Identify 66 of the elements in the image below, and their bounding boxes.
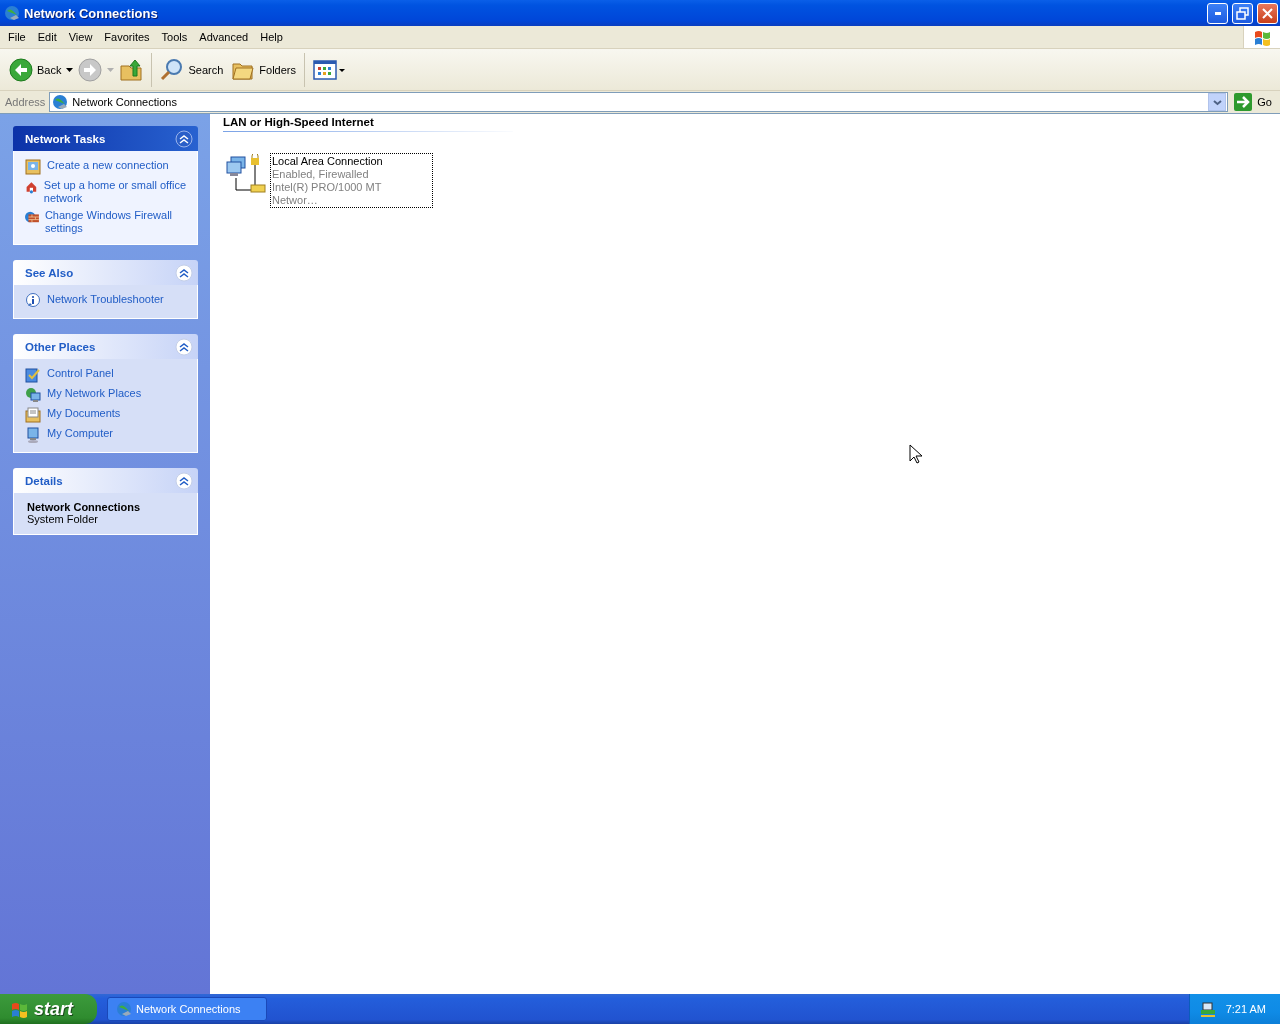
menu-item[interactable]: File [2,29,32,45]
collapse-chevron-icon[interactable] [175,337,193,356]
back-button[interactable]: Back [6,52,65,87]
mouse-pointer-icon [909,444,923,464]
menu-item[interactable]: Edit [31,29,63,45]
connection-name[interactable]: Local Area Connection [272,155,430,168]
control-panel-icon [25,367,41,383]
task-link[interactable]: Set up a home or small office network [43,179,191,205]
collapse-chevron-icon[interactable] [175,471,193,490]
search-icon [160,57,185,82]
dropdown-button[interactable] [1208,93,1227,111]
menu-item[interactable]: Help [254,29,289,45]
panel-header[interactable]: Details [13,468,198,493]
firewall-icon [25,209,39,225]
minimize-button[interactable] [1207,2,1228,24]
clock: 7:21 AM [1225,1003,1266,1015]
menu-item[interactable]: Favorites [98,29,156,45]
window-title: Network Connections [24,5,159,21]
task-link[interactable]: Network Troubleshooter [47,293,164,306]
details-name: Network Connections [27,501,142,513]
collapse-chevron-icon[interactable] [175,263,193,282]
go-button[interactable]: Go [1232,93,1276,111]
address-label: Address [5,96,46,108]
info-icon [25,293,41,309]
restore-button[interactable] [1232,2,1253,24]
chevron-down-icon [1212,98,1222,106]
search-button[interactable]: Search [157,52,227,87]
connection-device: Intel(R) PRO/1000 MT Networ… [272,181,383,207]
collapse-chevron-icon[interactable] [175,129,193,148]
task-link[interactable]: Change Windows Firewall settings [44,209,191,235]
task-link[interactable]: My Computer [47,427,114,440]
task-link[interactable]: My Network Places [47,387,142,400]
folders-button[interactable]: Folders [228,52,299,87]
window-icon [4,5,20,21]
menu-item[interactable]: Tools [155,29,194,45]
network-globe-icon [52,94,69,110]
task-link[interactable]: My Documents [47,407,121,420]
restore-icon [1236,6,1249,20]
task-link[interactable]: Create a new connection [47,159,169,172]
documents-folder-icon [25,407,41,423]
network-tray-icon[interactable] [1199,1001,1216,1017]
computer-icon [25,427,41,443]
menu-item[interactable]: Advanced [193,29,255,45]
start-button[interactable]: start [0,994,97,1024]
panel-header[interactable]: Other Places [13,334,198,359]
go-arrow-icon [1234,93,1253,111]
close-button[interactable] [1257,2,1278,24]
network-connection-icon[interactable] [225,154,267,194]
connection-status: Enabled, Firewalled [272,168,370,181]
group-heading: LAN or High-Speed Internet [223,116,513,132]
house-network-icon [25,179,38,195]
panel-header[interactable]: Network Tasks [13,126,198,151]
globe-computer-icon [25,387,41,403]
dropdown-caret-icon[interactable] [66,67,74,72]
close-icon [1261,6,1274,20]
views-grid-icon [313,57,345,82]
network-globe-icon [116,1001,132,1017]
address-field[interactable]: Network Connections [49,92,1229,112]
task-link[interactable]: Control Panel [47,367,114,380]
new-connection-icon [25,159,41,175]
taskbar-button[interactable]: Network Connections [107,997,267,1021]
folder-up-arrow-icon [119,57,144,82]
details-type: System Folder [27,513,99,525]
minimize-icon [1214,11,1221,15]
menu-item[interactable]: View [62,29,99,45]
panel-header[interactable]: See Also [13,260,198,285]
